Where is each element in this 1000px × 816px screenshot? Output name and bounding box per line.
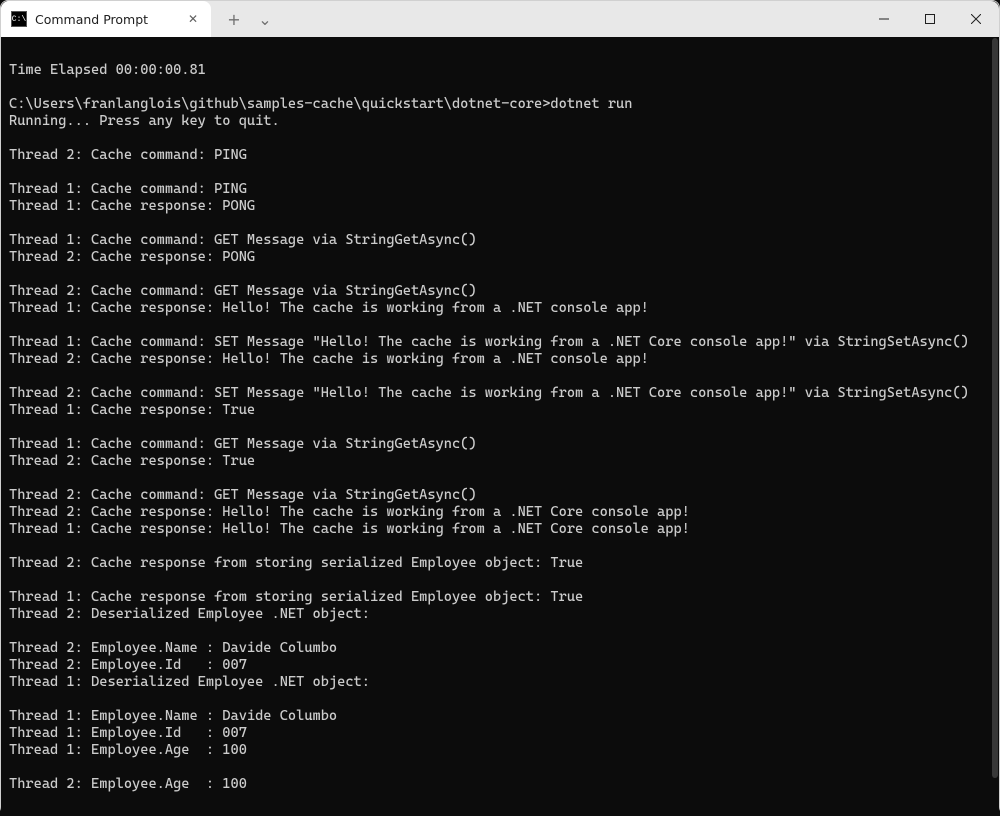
terminal-line: Thread 1: Employee.Name : Davide Columbo — [9, 708, 991, 725]
title-bar: C:\ Command Prompt ✕ + ⌄ — [1, 1, 999, 37]
terminal-line — [9, 266, 991, 283]
terminal-line: Thread 2: Cache command: GET Message via… — [9, 487, 991, 504]
minimize-icon — [879, 14, 889, 24]
terminal-line: Thread 1: Employee.Age : 100 — [9, 742, 991, 759]
terminal-line: Thread 1: Cache command: GET Message via… — [9, 436, 991, 453]
terminal-line — [9, 419, 991, 436]
terminal-line: Thread 1: Employee.Id : 007 — [9, 725, 991, 742]
terminal-line: Thread 1: Cache response: Hello! The cac… — [9, 521, 991, 538]
terminal-line: Thread 2: Cache response: True — [9, 453, 991, 470]
new-tab-button[interactable]: + — [217, 1, 251, 37]
terminal-line: Thread 2: Employee.Name : Davide Columbo — [9, 640, 991, 657]
window-controls — [861, 1, 999, 37]
terminal-line: Thread 2: Cache command: SET Message "He… — [9, 385, 991, 402]
terminal-line — [9, 164, 991, 181]
terminal-line — [9, 691, 991, 708]
terminal-line — [9, 623, 991, 640]
terminal-line: Thread 2: Cache response: Hello! The cac… — [9, 351, 991, 368]
terminal-line: Thread 2: Cache response from storing se… — [9, 555, 991, 572]
tab-title: Command Prompt — [35, 12, 177, 27]
maximize-button[interactable] — [907, 1, 953, 37]
terminal-line — [9, 368, 991, 385]
tab-actions: + ⌄ — [211, 1, 279, 37]
terminal-line: Thread 1: Cache command: GET Message via… — [9, 232, 991, 249]
minimize-button[interactable] — [861, 1, 907, 37]
terminal-line: Running... Press any key to quit. — [9, 113, 991, 130]
terminal-line — [9, 572, 991, 589]
terminal-line: Time Elapsed 00:00:00.81 — [9, 62, 991, 79]
close-button[interactable] — [953, 1, 999, 37]
terminal-line — [9, 79, 991, 96]
terminal-line: Thread 1: Cache response: Hello! The cac… — [9, 300, 991, 317]
terminal-line — [9, 215, 991, 232]
terminal-line: Thread 1: Deserialized Employee .NET obj… — [9, 674, 991, 691]
terminal-line: Thread 2: Cache command: PING — [9, 147, 991, 164]
tab-command-prompt[interactable]: C:\ Command Prompt ✕ — [1, 1, 211, 37]
terminal-line: Thread 2: Cache response: Hello! The cac… — [9, 504, 991, 521]
terminal-line: Thread 2: Cache response: PONG — [9, 249, 991, 266]
terminal-line: Thread 1: Cache command: SET Message "He… — [9, 334, 991, 351]
terminal-line: Thread 1: Cache response from storing se… — [9, 589, 991, 606]
terminal-line — [9, 130, 991, 147]
close-icon — [971, 14, 981, 24]
terminal-line: Thread 2: Employee.Id : 007 — [9, 657, 991, 674]
maximize-icon — [925, 14, 935, 24]
title-bar-drag-region[interactable] — [279, 1, 861, 37]
plus-icon: + — [227, 10, 240, 29]
scrollbar-thumb[interactable] — [992, 38, 998, 778]
terminal-line: Thread 2: Employee.Age : 100 — [9, 776, 991, 793]
terminal-output[interactable]: Time Elapsed 00:00:00.81 C:\Users\franla… — [1, 37, 999, 816]
terminal-line: Thread 1: Cache response: True — [9, 402, 991, 419]
terminal-line — [9, 45, 991, 62]
cmd-icon: C:\ — [11, 11, 27, 27]
tab-close-button[interactable]: ✕ — [185, 11, 201, 27]
terminal-line — [9, 759, 991, 776]
terminal-line: Thread 1: Cache command: PING — [9, 181, 991, 198]
chevron-down-icon: ⌄ — [258, 10, 271, 29]
tab-dropdown-button[interactable]: ⌄ — [251, 1, 279, 37]
terminal-line — [9, 317, 991, 334]
terminal-line: Thread 1: Cache response: PONG — [9, 198, 991, 215]
terminal-line: Thread 2: Deserialized Employee .NET obj… — [9, 606, 991, 623]
terminal-line — [9, 538, 991, 555]
terminal-line — [9, 470, 991, 487]
terminal-line: Thread 2: Cache command: GET Message via… — [9, 283, 991, 300]
terminal-line: C:\Users\franlanglois\github\samples-cac… — [9, 96, 991, 113]
